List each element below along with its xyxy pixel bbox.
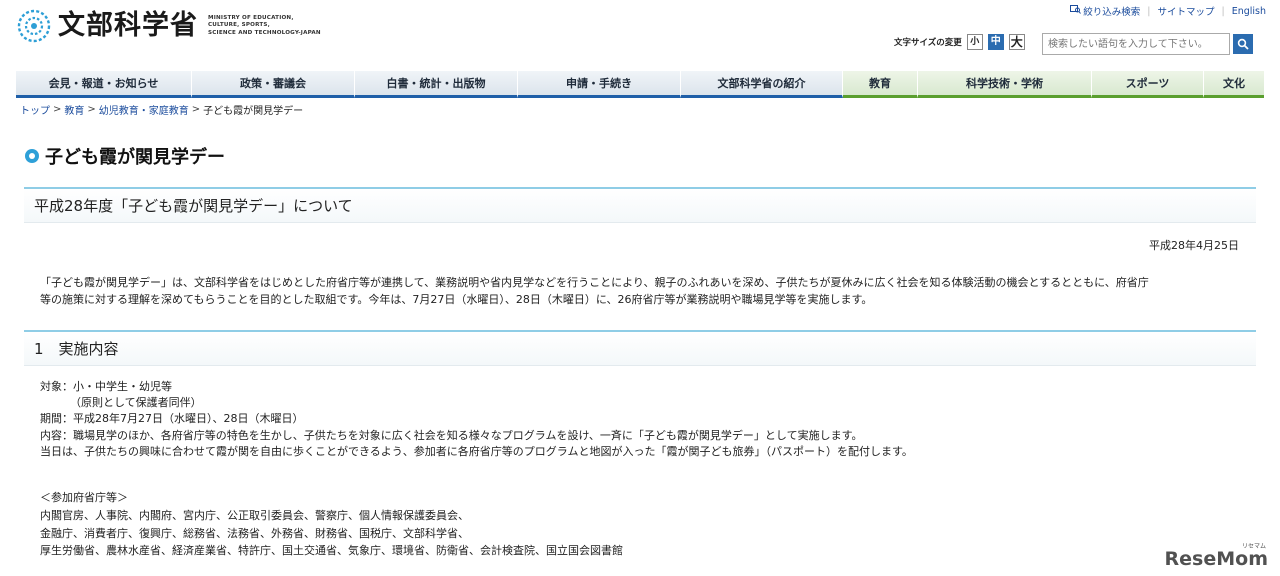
participating-orgs: ＜参加府省庁等＞ 内閣官房、人事院、内閣府、宮内庁、公正取引委員会、警察庁、個人… [40,489,623,560]
advanced-search-link[interactable]: 絞り込み検索 [1083,4,1140,18]
english-link[interactable]: English [1232,6,1266,17]
target-line: 対象：小・中学生・幼児等 [40,380,172,393]
font-size-medium-button[interactable]: 中 [987,34,1004,50]
content-line: 内容：職場見学のほか、各府省庁等の特色を生かし、子供たちを対象に広く社会を知る様… [40,428,863,442]
resemom-watermark: リセマム ReseMom [1164,543,1268,570]
global-nav: 会見・報道・お知らせ 政策・審議会 白書・統計・出版物 申請・手続き 文部科学省… [16,71,1264,98]
nav-item-policy[interactable]: 政策・審議会 [192,71,355,98]
event-details: 対象：小・中学生・幼児等 （原則として保護者同伴） 期間：平成28年7月27日（… [40,379,913,460]
nav-item-publications[interactable]: 白書・統計・出版物 [355,71,518,98]
separator: | [1147,5,1151,17]
ministry-emblem-icon [17,9,51,43]
page-title: 子ども霞が関見学デー [25,143,225,169]
search-icon [1237,38,1249,50]
nav-item-education[interactable]: 教育 [843,71,918,98]
orgs-line: 金融庁、消費者庁、復興庁、総務省、法務省、外務省、財務省、国税庁、文部科学省、 [40,526,469,540]
title-bullet-icon [25,149,39,163]
utility-links: 絞り込み検索 | サイトマップ | English [1070,4,1266,18]
target-note: （原則として保護者同伴） [70,396,202,410]
breadcrumb-early-childhood[interactable]: 幼児教育・家庭教育 [99,102,189,117]
intro-paragraph: 「子ども霞が関見学デー」は、文部科学省をはじめとした府省庁等が連携して、業務説明… [40,276,1149,306]
section-heading-1: 平成28年度「子ども霞が関見学デー」について [24,187,1256,223]
orgs-heading: ＜参加府省庁等＞ [40,491,128,504]
logo-text-jp: 文部科学省 [58,10,198,41]
nav-item-science[interactable]: 科学技術・学術 [918,71,1092,98]
font-size-switcher: 文字サイズの変更 小 中 大 [894,34,1025,50]
orgs-line: 厚生労働省、農林水産省、経済産業省、特許庁、国土交通省、気象庁、環境省、防衛省、… [40,544,623,558]
breadcrumb-current: 子ども霞が関見学デー [203,106,304,117]
font-size-small-button[interactable]: 小 [966,34,983,50]
nav-item-culture[interactable]: 文化 [1204,71,1264,98]
day-note-line: 当日は、子供たちの興味に合わせて霞が関を自由に歩くことができるよう、参加者に各府… [40,444,913,458]
separator: | [1221,5,1225,17]
breadcrumb: トップ > 教育 > 幼児教育・家庭教育 > 子ども霞が関見学デー [20,102,303,117]
logo-text-en: MINISTRY OF EDUCATION, CULTURE, SPORTS, … [208,14,321,36]
section-heading-2: 1 実施内容 [24,330,1256,366]
period-line: 期間：平成28年7月27日（水曜日）、28日（木曜日） [40,412,304,426]
nav-item-sports[interactable]: スポーツ [1092,71,1204,98]
nav-item-applications[interactable]: 申請・手続き [518,71,681,98]
sitemap-link[interactable]: サイトマップ [1157,4,1214,18]
nav-item-about[interactable]: 文部科学省の紹介 [681,71,843,98]
breadcrumb-separator: > [53,104,62,115]
search-input[interactable] [1042,33,1230,55]
ministry-logo[interactable]: 文部科学省 MINISTRY OF EDUCATION, CULTURE, SP… [16,8,321,44]
site-search [1042,33,1253,55]
search-filter-icon [1070,5,1082,17]
orgs-line: 内閣官房、人事院、内閣府、宮内庁、公正取引委員会、警察庁、個人情報保護委員会、 [40,508,469,522]
breadcrumb-top[interactable]: トップ [20,102,50,117]
font-size-large-button[interactable]: 大 [1008,34,1025,50]
nav-item-press[interactable]: 会見・報道・お知らせ [16,71,192,98]
publish-date: 平成28年4月25日 [1149,239,1239,252]
search-button[interactable] [1233,34,1253,54]
font-size-label: 文字サイズの変更 [894,38,962,48]
page-title-text: 子ども霞が関見学デー [45,147,225,168]
breadcrumb-education[interactable]: 教育 [64,102,84,117]
breadcrumb-separator: > [87,104,96,115]
breadcrumb-separator: > [191,104,201,115]
